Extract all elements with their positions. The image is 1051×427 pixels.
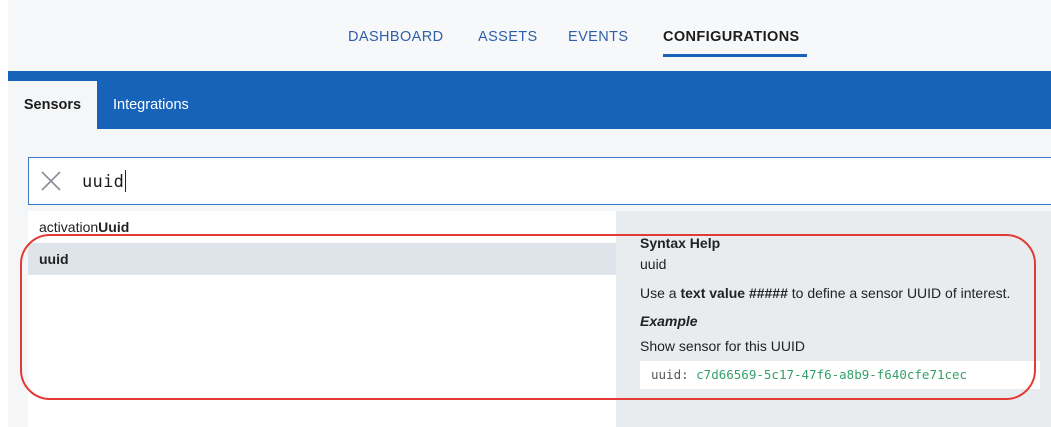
close-icon[interactable] <box>39 169 63 193</box>
search-input-value: uuid <box>82 172 125 192</box>
syntax-help-panel: Syntax Help uuid Use a text value ##### … <box>616 211 1051 427</box>
nav-events[interactable]: EVENTS <box>568 29 628 45</box>
desc-bold: text value ##### <box>680 285 788 301</box>
suggestion-uuid[interactable]: uuid <box>28 243 616 275</box>
subnav-bar: Sensors Integrations <box>8 71 1051 129</box>
search-box[interactable]: uuid <box>28 157 1051 205</box>
syntax-help-keyword: uuid <box>640 256 667 272</box>
top-navigation: DASHBOARD ASSETS EVENTS CONFIGURATIONS <box>8 0 1051 72</box>
example-description: Show sensor for this UUID <box>640 338 805 354</box>
suggestion-match: Uuid <box>98 219 130 235</box>
suggestion-activationuuid[interactable]: activationUuid <box>28 211 616 243</box>
tab-integrations[interactable]: Integrations <box>113 81 189 129</box>
suggestion-list: activationUuid uuid <box>28 211 616 427</box>
suggestion-match: uuid <box>39 251 69 267</box>
syntax-help-title: Syntax Help <box>640 235 721 251</box>
example-heading: Example <box>640 313 698 329</box>
desc-pre: Use a <box>640 285 681 301</box>
example-code: uuid: c7d66569-5c17-47f6-a8b9-f640cfe71c… <box>640 361 1040 389</box>
tab-sensors[interactable]: Sensors <box>8 81 97 129</box>
syntax-help-description: Use a text value ##### to define a senso… <box>640 285 1010 301</box>
nav-assets[interactable]: ASSETS <box>478 29 538 45</box>
code-key: uuid: <box>651 367 697 382</box>
search-input[interactable]: uuid <box>82 170 127 192</box>
nav-dashboard[interactable]: DASHBOARD <box>348 29 443 45</box>
text-caret <box>125 170 127 192</box>
active-nav-indicator <box>663 54 807 57</box>
nav-configurations[interactable]: CONFIGURATIONS <box>663 29 800 45</box>
suggestion-prefix: activation <box>39 219 99 235</box>
code-value: c7d66569-5c17-47f6-a8b9-f640cfe71cec <box>696 367 968 382</box>
desc-post: to define a sensor UUID of interest. <box>787 285 1011 301</box>
